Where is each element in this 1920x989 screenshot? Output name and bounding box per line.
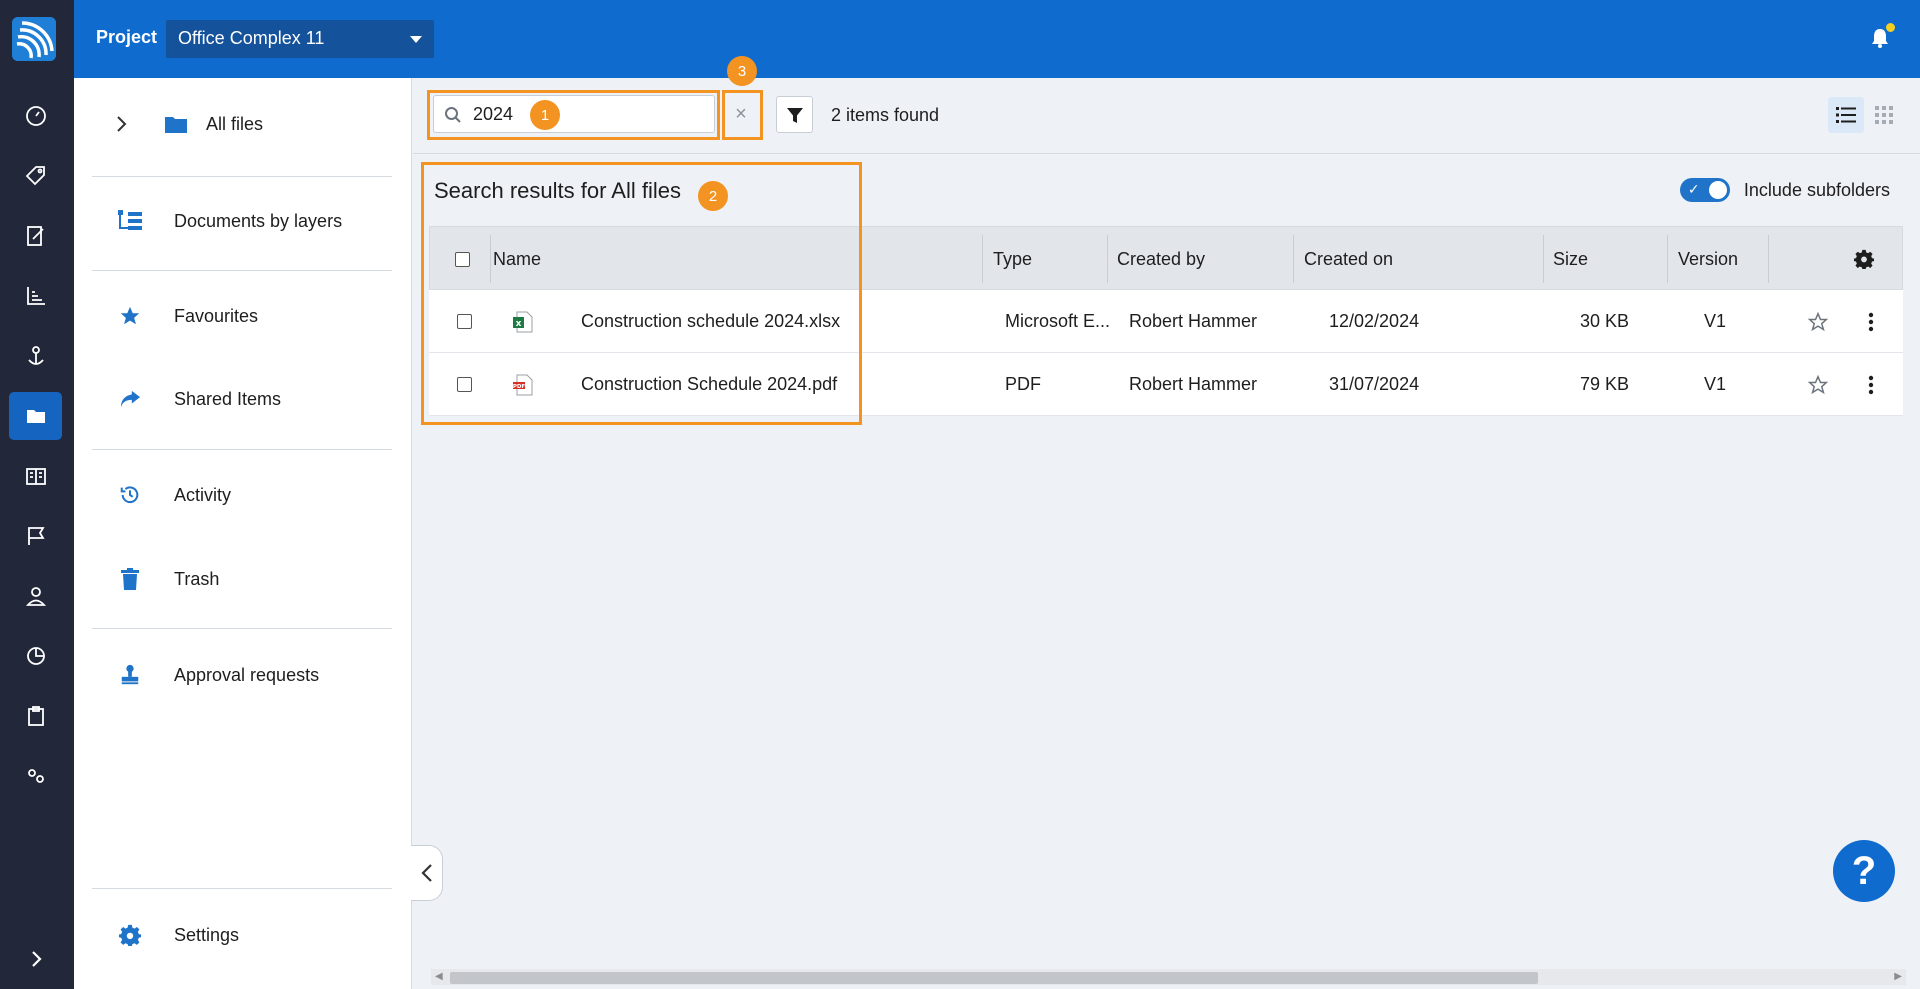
toggle-knob bbox=[1708, 181, 1727, 199]
pie-chart-icon[interactable] bbox=[9, 632, 62, 680]
chevron-left-icon bbox=[420, 864, 432, 882]
stamp-icon bbox=[116, 663, 144, 687]
help-button[interactable]: ? bbox=[1833, 840, 1895, 902]
list-view-icon bbox=[1836, 107, 1856, 123]
tag-icon[interactable] bbox=[9, 152, 62, 200]
nav-item-label: Documents by layers bbox=[174, 210, 343, 231]
nav-item-label: Activity bbox=[174, 484, 232, 505]
trash-icon bbox=[116, 567, 144, 591]
app-rail bbox=[0, 0, 74, 989]
divider bbox=[92, 449, 392, 450]
nav-item-label: Shared Items bbox=[174, 388, 282, 409]
star-icon bbox=[116, 304, 144, 328]
nav-item-approval-requests[interactable]: Approval requests bbox=[92, 663, 392, 687]
file-created-by: Robert Hammer bbox=[1129, 311, 1258, 331]
nav-item-shared-items[interactable]: Shared Items bbox=[92, 387, 392, 411]
scroll-left-icon[interactable]: ◀ bbox=[435, 971, 443, 982]
folder-icon bbox=[162, 112, 190, 136]
edit-document-icon[interactable] bbox=[9, 212, 62, 260]
scroll-right-icon[interactable]: ▶ bbox=[1894, 971, 1902, 982]
favourite-star-icon[interactable] bbox=[1808, 353, 1828, 416]
callout-search-box bbox=[427, 90, 720, 140]
history-icon bbox=[116, 483, 144, 507]
filter-button[interactable] bbox=[776, 96, 813, 133]
nav-item-label: Favourites bbox=[174, 305, 259, 326]
dashboard-icon[interactable] bbox=[9, 92, 62, 140]
include-subfolders-toggle[interactable]: ✓ Include subfolders bbox=[1679, 178, 1890, 202]
filter-icon bbox=[786, 107, 803, 123]
nav-item-label: All files bbox=[206, 113, 264, 134]
file-version: V1 bbox=[1704, 311, 1727, 331]
callout-results bbox=[421, 162, 862, 425]
column-settings-button[interactable] bbox=[1854, 227, 1874, 291]
layers-icon bbox=[116, 209, 144, 233]
clipboard-icon[interactable] bbox=[9, 692, 62, 740]
file-version: V1 bbox=[1704, 374, 1727, 394]
main-content: 2024 × 2 items found Search results for … bbox=[411, 56, 1920, 989]
project-label: Project bbox=[96, 27, 158, 47]
grid-view-button[interactable] bbox=[1866, 97, 1902, 133]
toggle-switch[interactable]: ✓ bbox=[1679, 178, 1730, 202]
grid-view-icon bbox=[1875, 106, 1893, 124]
file-created-on: 31/07/2024 bbox=[1329, 374, 1420, 394]
divider bbox=[92, 176, 392, 177]
chart-icon[interactable] bbox=[9, 272, 62, 320]
chevron-right-icon[interactable] bbox=[116, 115, 128, 133]
gear-icon bbox=[116, 923, 144, 947]
list-view-button[interactable] bbox=[1828, 97, 1864, 133]
file-created-on: 12/02/2024 bbox=[1329, 311, 1420, 331]
nav-item-favourites[interactable]: Favourites bbox=[92, 304, 392, 328]
divider bbox=[92, 270, 392, 271]
column-header-type[interactable]: Type bbox=[982, 235, 1032, 283]
column-header-created-by[interactable]: Created by bbox=[1107, 235, 1205, 283]
notification-dot bbox=[1886, 23, 1895, 32]
file-type: PDF bbox=[1005, 374, 1041, 394]
nav-item-settings[interactable]: Settings bbox=[92, 923, 392, 947]
share-icon bbox=[116, 387, 144, 411]
collapse-sidebar-button[interactable] bbox=[411, 845, 443, 901]
expand-rail-icon[interactable] bbox=[9, 935, 62, 983]
more-options-icon[interactable] bbox=[1868, 353, 1874, 416]
divider bbox=[92, 628, 392, 629]
app-logo[interactable] bbox=[12, 17, 56, 61]
side-navigation: All files Documents by layers Favourites… bbox=[74, 78, 412, 989]
folder-icon[interactable] bbox=[9, 392, 62, 440]
project-select[interactable]: Office Complex 11 bbox=[166, 20, 434, 58]
column-header-version[interactable]: Version bbox=[1667, 235, 1769, 283]
nav-item-trash[interactable]: Trash bbox=[92, 567, 392, 591]
items-found-count: 2 items found bbox=[831, 105, 940, 125]
settings-gears-icon[interactable] bbox=[9, 752, 62, 800]
anchor-icon[interactable] bbox=[9, 332, 62, 380]
file-size: 30 KB bbox=[1580, 311, 1630, 331]
file-created-by: Robert Hammer bbox=[1129, 374, 1258, 394]
gear-icon bbox=[1854, 249, 1874, 269]
nav-item-activity[interactable]: Activity bbox=[92, 483, 392, 507]
callout-badge-2: 2 bbox=[698, 181, 728, 211]
callout-clear-button bbox=[722, 90, 763, 140]
divider bbox=[92, 888, 392, 889]
nav-item-all-files[interactable]: All files bbox=[92, 112, 392, 136]
nav-item-label: Approval requests bbox=[174, 664, 320, 685]
caret-down-icon bbox=[410, 36, 422, 43]
building-icon[interactable] bbox=[9, 452, 62, 500]
flag-icon[interactable] bbox=[9, 512, 62, 560]
include-subfolders-label: Include subfolders bbox=[1743, 179, 1890, 200]
file-type: Microsoft E... bbox=[1005, 311, 1111, 331]
horizontal-scrollbar[interactable]: ◀ ▶ bbox=[431, 969, 1906, 985]
nav-item-label: Settings bbox=[174, 924, 240, 945]
check-icon: ✓ bbox=[1687, 181, 1700, 197]
file-size: 79 KB bbox=[1580, 374, 1630, 394]
callout-badge-3: 3 bbox=[727, 56, 757, 86]
column-header-size[interactable]: Size bbox=[1543, 235, 1588, 283]
project-name: Office Complex 11 bbox=[178, 28, 325, 48]
more-options-icon[interactable] bbox=[1868, 290, 1874, 353]
top-bar: Project Office Complex 11 bbox=[74, 0, 1920, 78]
nav-item-documents-by-layers[interactable]: Documents by layers bbox=[92, 209, 392, 233]
nav-item-label: Trash bbox=[174, 568, 220, 589]
user-icon[interactable] bbox=[9, 572, 62, 620]
scrollbar-thumb[interactable] bbox=[450, 972, 1538, 984]
column-header-created-on[interactable]: Created on bbox=[1293, 235, 1393, 283]
favourite-star-icon[interactable] bbox=[1808, 290, 1828, 353]
callout-badge-1: 1 bbox=[530, 100, 560, 130]
